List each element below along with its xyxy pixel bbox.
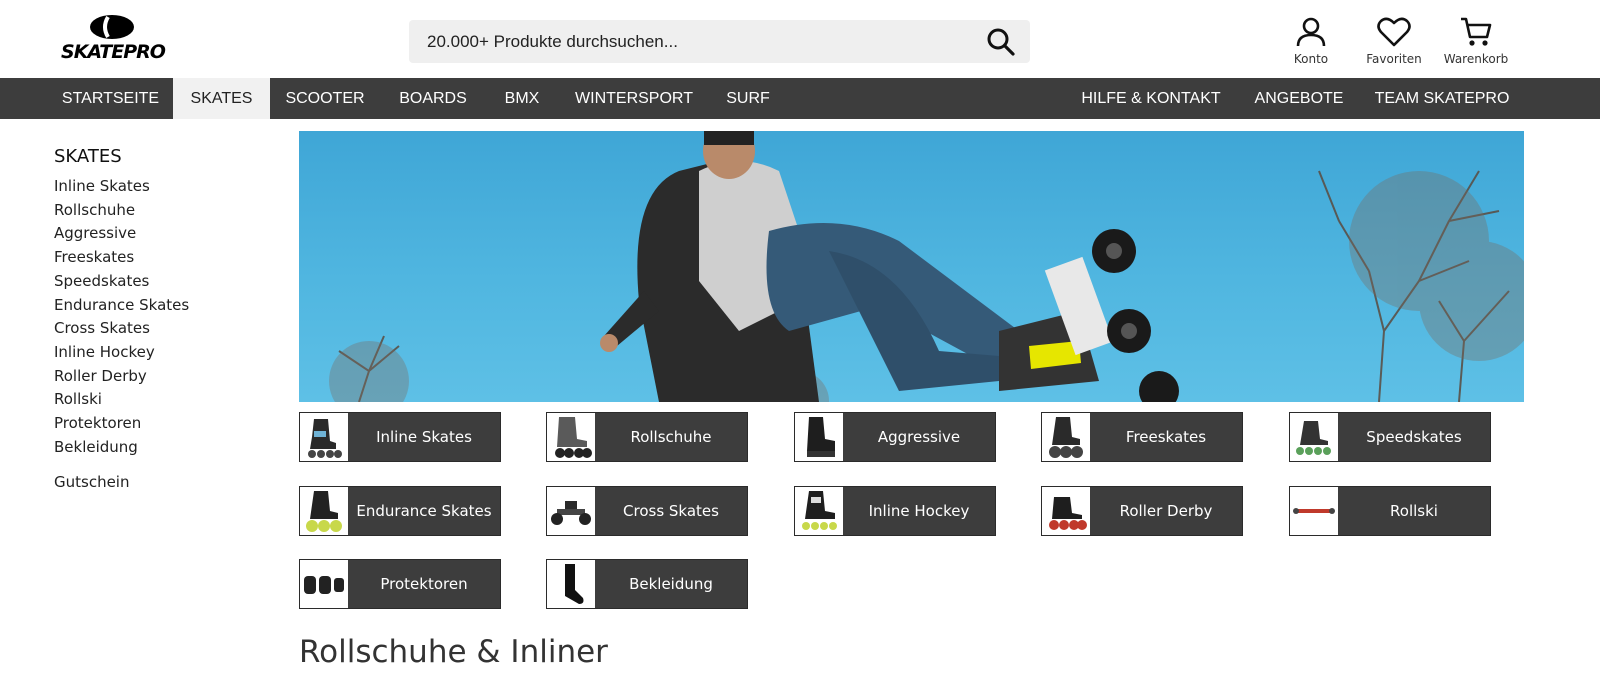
aggressive-skate-icon — [795, 413, 843, 461]
cart-button[interactable]: Warenkorb — [1438, 16, 1514, 68]
category-tile-freeskates[interactable]: Freeskates — [1041, 412, 1243, 462]
sidebar-item-cross-skates[interactable]: Cross Skates — [54, 317, 274, 341]
sidebar-item-freeskates[interactable]: Freeskates — [54, 246, 274, 270]
sidebar-item-inline-skates[interactable]: Inline Skates — [54, 175, 274, 199]
nav-item-hilfe-kontakt[interactable]: HILFE & KONTAKT — [1074, 78, 1228, 119]
category-tile-label: Cross Skates — [623, 502, 719, 520]
sidebar-item-aggressive[interactable]: Aggressive — [54, 222, 274, 246]
category-tile-label: Inline Skates — [376, 428, 472, 446]
category-tile-inline-skates[interactable]: Inline Skates — [299, 412, 501, 462]
category-tile-speedskates[interactable]: Speedskates — [1289, 412, 1491, 462]
category-tile-label: Aggressive — [877, 428, 961, 446]
main-navigation: STARTSEITE SKATES SCOOTER BOARDS BMX WIN… — [0, 78, 1600, 119]
favorites-button[interactable]: Favoriten — [1356, 16, 1432, 68]
category-tile-aggressive[interactable]: Aggressive — [794, 412, 996, 462]
nav-item-boards[interactable]: BOARDS — [392, 78, 474, 119]
category-tile-label: Bekleidung — [629, 575, 713, 593]
nav-item-wintersport[interactable]: WINTERSPORT — [570, 78, 698, 119]
nav-item-scooter[interactable]: SCOOTER — [276, 78, 374, 119]
nav-item-bmx[interactable]: BMX — [494, 78, 550, 119]
logo-mark-icon — [90, 15, 134, 39]
logo-wordmark: SKATEPRO — [61, 41, 166, 63]
category-tile-protektoren[interactable]: Protektoren — [299, 559, 501, 609]
freeskate-icon — [1042, 413, 1090, 461]
derby-skate-icon — [1042, 487, 1090, 535]
speedskate-icon — [1290, 413, 1338, 461]
category-tile-label: Rollschuhe — [630, 428, 712, 446]
category-tile-label: Speedskates — [1366, 428, 1462, 446]
endurance-skate-icon — [300, 487, 348, 535]
category-tile-bekleidung[interactable]: Bekleidung — [546, 559, 748, 609]
cross-skate-icon — [547, 487, 595, 535]
category-tile-roller-derby[interactable]: Roller Derby — [1041, 486, 1243, 536]
sidebar-item-rollski[interactable]: Rollski — [54, 388, 274, 412]
category-sidebar: SKATES Inline Skates Rollschuhe Aggressi… — [54, 146, 274, 495]
category-tile-endurance-skates[interactable]: Endurance Skates — [299, 486, 501, 536]
nav-item-team-skatepro[interactable]: TEAM SKATEPRO — [1370, 78, 1514, 119]
hero-banner-image[interactable] — [299, 131, 1524, 402]
search-icon[interactable] — [986, 27, 1016, 57]
sidebar-item-roller-derby[interactable]: Roller Derby — [54, 365, 274, 389]
category-tile-rollski[interactable]: Rollski — [1289, 486, 1491, 536]
category-tile-label: Endurance Skates — [356, 502, 492, 520]
sidebar-item-gutschein[interactable]: Gutschein — [54, 471, 274, 495]
sidebar-item-inline-hockey[interactable]: Inline Hockey — [54, 341, 274, 365]
cart-icon — [1461, 17, 1492, 46]
cart-label: Warenkorb — [1443, 52, 1509, 66]
category-tile-label: Protektoren — [380, 575, 468, 593]
sidebar-item-endurance-skates[interactable]: Endurance Skates — [54, 294, 274, 318]
hockey-skate-icon — [795, 487, 843, 535]
sidebar-item-speedskates[interactable]: Speedskates — [54, 270, 274, 294]
sock-icon — [547, 560, 595, 608]
heart-icon — [1377, 17, 1411, 47]
skatepro-logo[interactable]: SKATEPRO — [60, 14, 166, 64]
nav-item-surf[interactable]: SURF — [716, 78, 780, 119]
roller-skate-icon — [547, 413, 595, 461]
inline-skate-icon — [300, 413, 348, 461]
user-icon — [1296, 17, 1326, 47]
search-bar — [409, 20, 1030, 63]
category-tile-cross-skates[interactable]: Cross Skates — [546, 486, 748, 536]
sidebar-title: SKATES — [54, 146, 122, 167]
rollski-icon — [1290, 487, 1338, 535]
account-button[interactable]: Konto — [1273, 16, 1349, 68]
favorites-label: Favoriten — [1366, 52, 1422, 66]
sidebar-item-rollschuhe[interactable]: Rollschuhe — [54, 199, 274, 223]
category-tile-inline-hockey[interactable]: Inline Hockey — [794, 486, 996, 536]
nav-item-startseite[interactable]: STARTSEITE — [54, 78, 167, 119]
category-tile-rollschuhe[interactable]: Rollschuhe — [546, 412, 748, 462]
nav-item-skates[interactable]: SKATES — [173, 78, 270, 119]
search-input[interactable] — [427, 20, 947, 63]
page-title: Rollschuhe & Inliner — [299, 634, 608, 670]
category-tile-label: Rollski — [1390, 502, 1438, 520]
skater-photo — [329, 131, 1524, 402]
sidebar-item-protektoren[interactable]: Protektoren — [54, 412, 274, 436]
sidebar-item-bekleidung[interactable]: Bekleidung — [54, 436, 274, 460]
site-header: SKATEPRO Konto Favoriten Warenkorb — [0, 0, 1600, 78]
protector-icon — [300, 560, 348, 608]
category-tile-label: Inline Hockey — [868, 502, 970, 520]
nav-item-angebote[interactable]: ANGEBOTE — [1246, 78, 1352, 119]
category-tile-label: Freeskates — [1125, 428, 1207, 446]
account-label: Konto — [1293, 52, 1329, 66]
category-tile-label: Roller Derby — [1119, 502, 1213, 520]
